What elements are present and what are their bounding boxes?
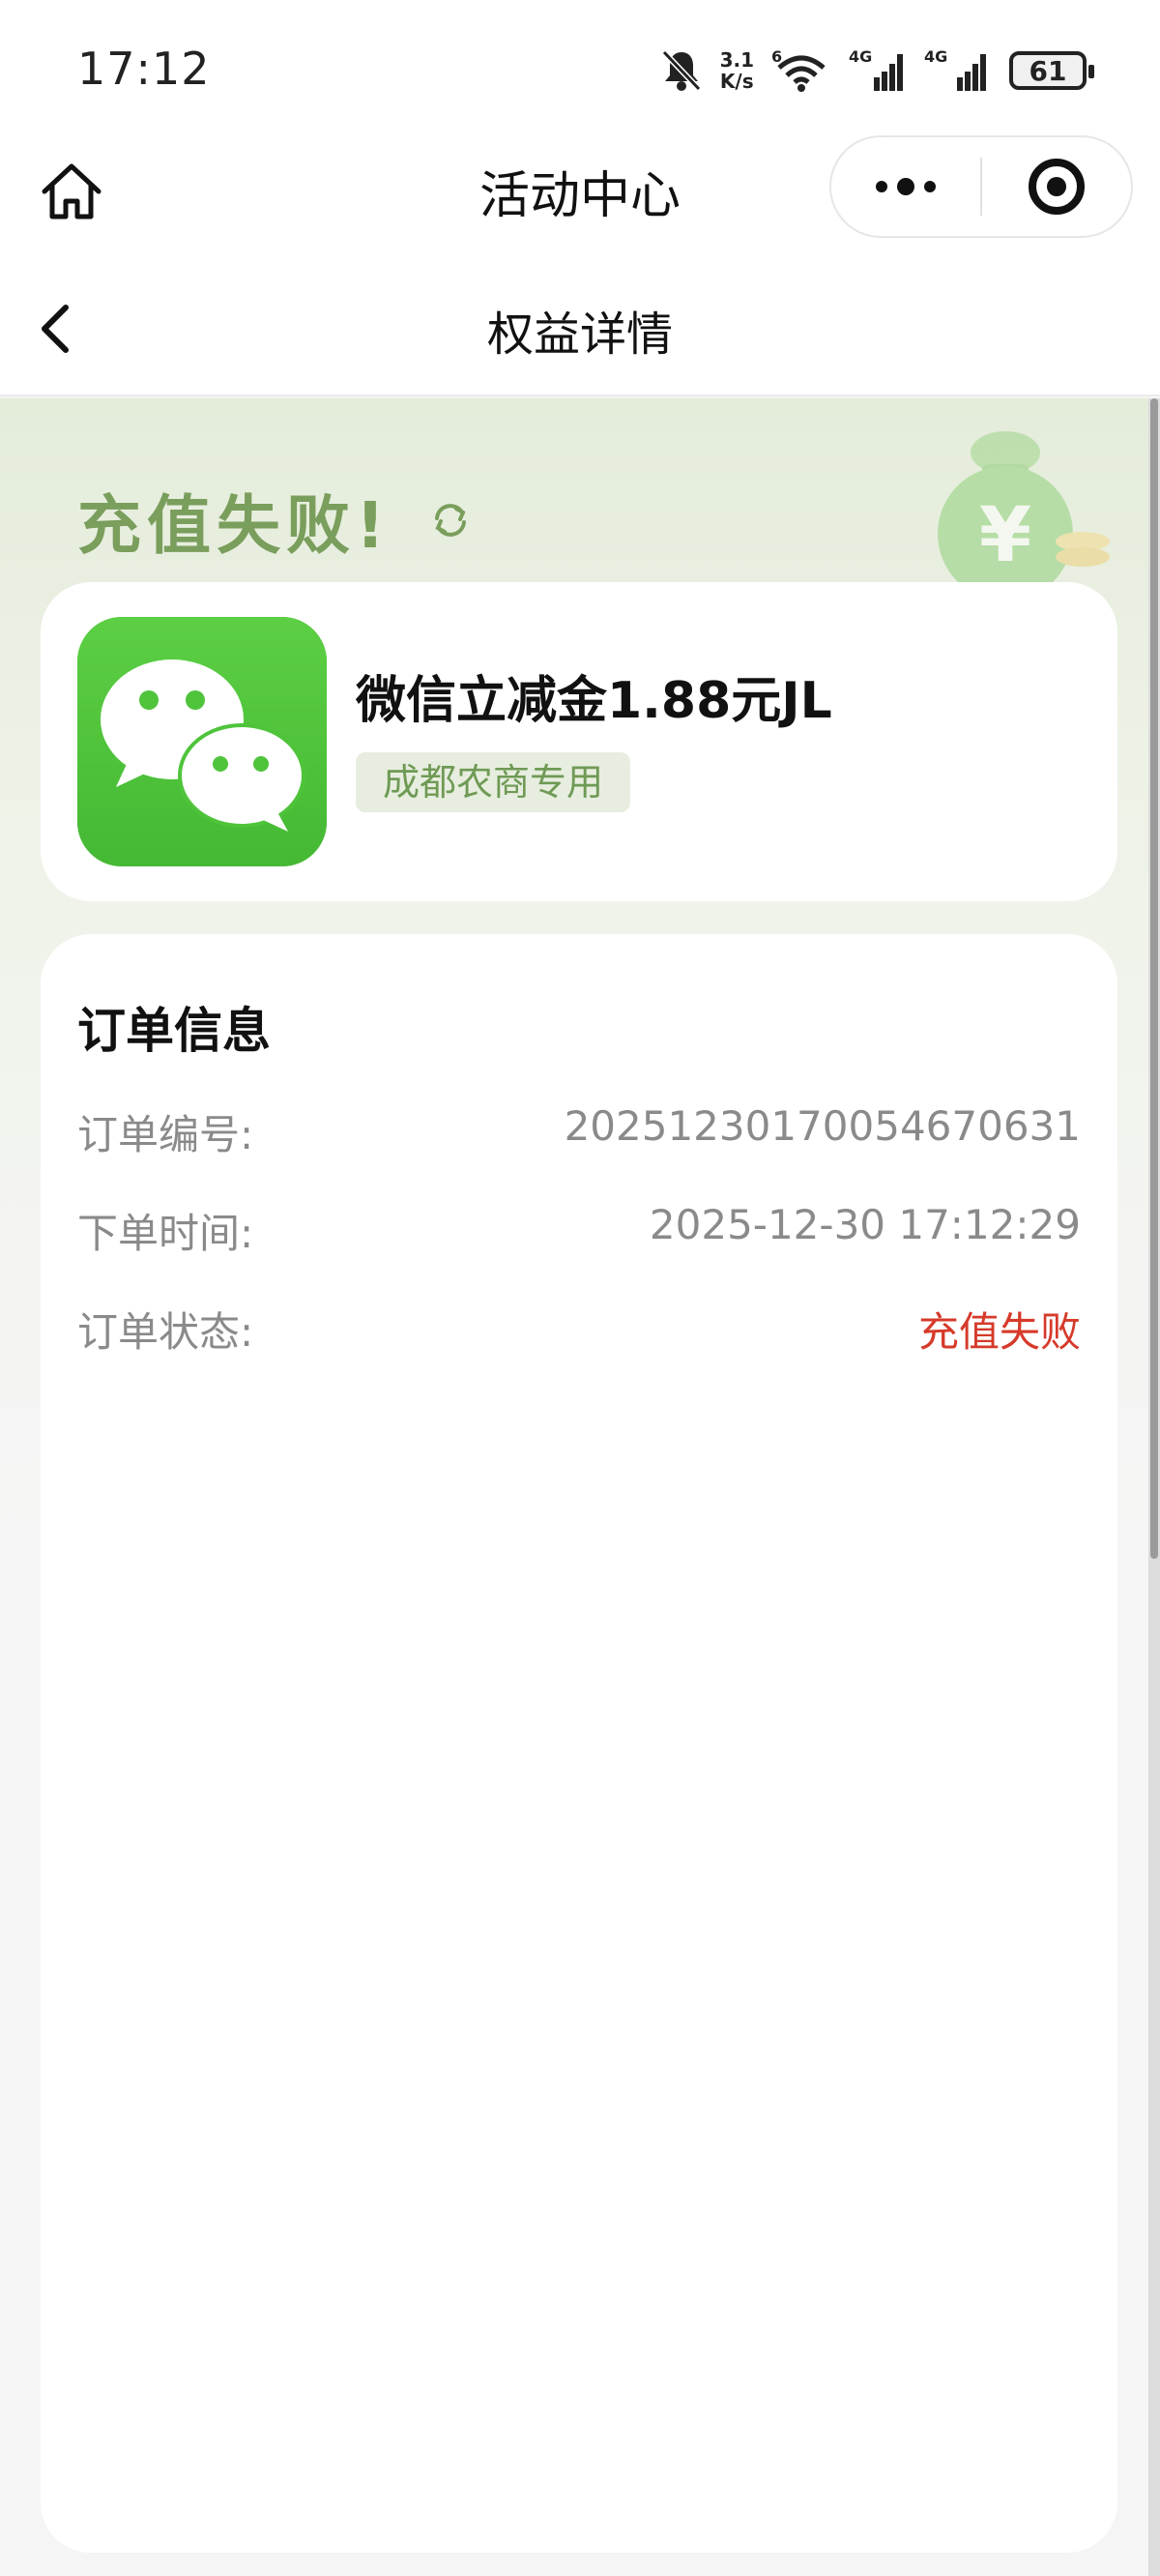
close-mini-program-button[interactable] xyxy=(982,137,1131,236)
scrollbar-thumb[interactable] xyxy=(1150,398,1158,1559)
refresh-icon[interactable] xyxy=(429,499,472,542)
order-status-label: 订单状态: xyxy=(77,1308,254,1356)
network-speed: 3.1 K/s xyxy=(720,49,754,92)
money-bag-icon: ¥ xyxy=(938,431,1110,600)
network-speed-unit: K/s xyxy=(719,70,754,93)
more-button[interactable] xyxy=(831,137,980,236)
battery-indicator: 61 xyxy=(1009,51,1094,90)
status-time: 17:12 xyxy=(77,43,211,95)
product-card: 微信立减金1.88元JL 成都农商专用 xyxy=(41,582,1117,901)
page-title: 权益详情 xyxy=(486,307,673,362)
signal-icon-2: 4G xyxy=(924,48,986,91)
wifi-badge: 6 xyxy=(771,48,782,66)
order-status-value: 充值失败 xyxy=(917,1308,1081,1356)
status-icons: 3.1 K/s 6 4G 4G 61 xyxy=(660,46,1094,95)
order-time-value: 2025-12-30 17:12:29 xyxy=(649,1201,1081,1248)
order-number-label: 订单编号: xyxy=(77,1111,254,1158)
status-bar: 17:12 3.1 K/s 6 4G 4G 61 xyxy=(0,0,1160,135)
signal-icon-1: 4G xyxy=(849,48,903,91)
more-dot-right xyxy=(924,181,936,192)
mute-bell-icon xyxy=(661,49,701,92)
more-dot-center xyxy=(897,178,914,195)
order-status-row: 订单状态: 充值失败 xyxy=(77,1300,1081,1358)
order-info-card: 订单信息 订单编号: 20251230170054670631 下单时间: 20… xyxy=(41,934,1117,2553)
mini-program-nav: 活动中心 xyxy=(0,135,1160,261)
wifi-icon: 6 xyxy=(771,48,826,92)
order-time-label: 下单时间: xyxy=(77,1210,254,1257)
svg-text:¥: ¥ xyxy=(979,492,1031,579)
order-info-title: 订单信息 xyxy=(77,1003,271,1059)
result-headline: 充值失败! xyxy=(77,488,392,563)
target-icon xyxy=(1028,159,1085,215)
page-header: 权益详情 xyxy=(0,261,1160,396)
order-number-row: 订单编号: 20251230170054670631 xyxy=(77,1102,1081,1160)
product-tag: 成都农商专用 xyxy=(356,752,631,812)
product-name: 微信立减金1.88元JL xyxy=(356,672,832,730)
capsule-menu xyxy=(829,135,1133,238)
wechat-logo-icon xyxy=(77,617,327,866)
more-dots-icon xyxy=(876,181,887,192)
order-time-row: 下单时间: 2025-12-30 17:12:29 xyxy=(77,1201,1081,1259)
home-icon[interactable] xyxy=(37,157,106,226)
signal-2-label: 4G xyxy=(924,48,947,66)
order-number-value: 20251230170054670631 xyxy=(564,1102,1081,1150)
signal-1-label: 4G xyxy=(849,48,872,66)
network-speed-value: 3.1 xyxy=(719,48,754,72)
